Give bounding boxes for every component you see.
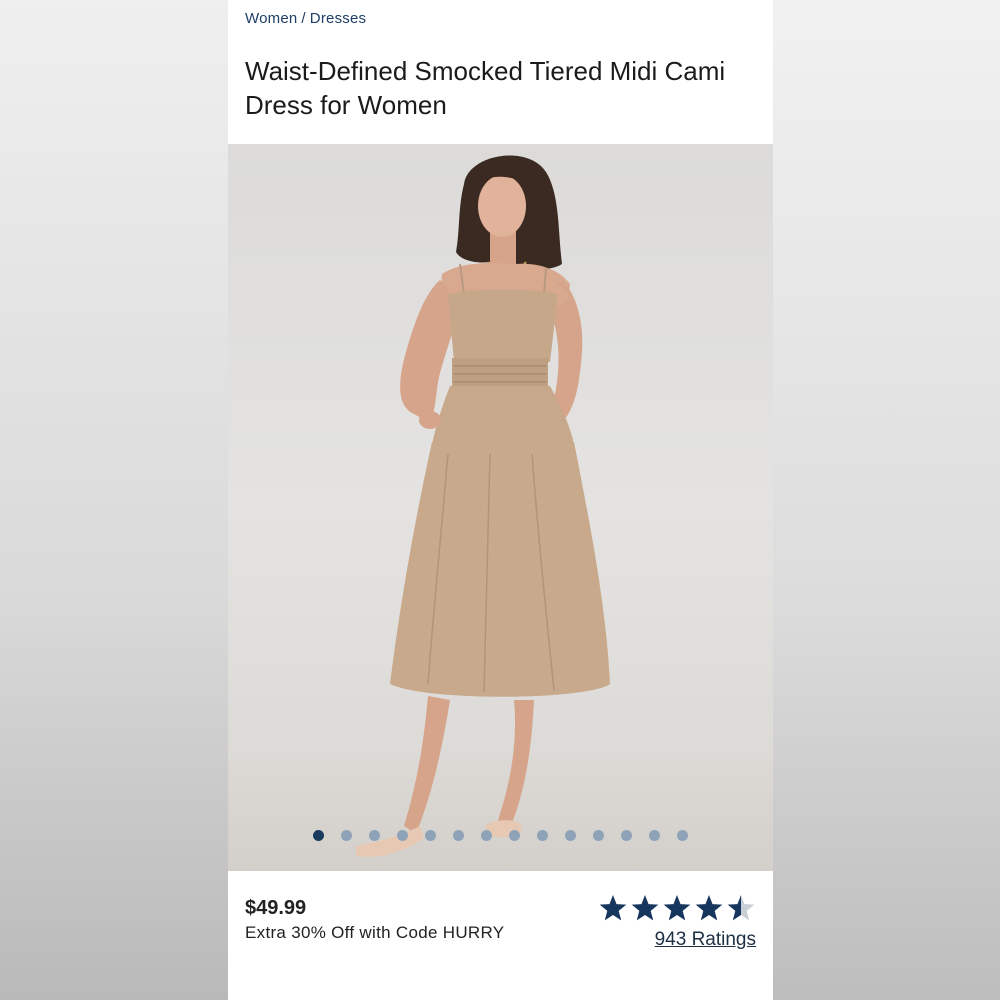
carousel-dot[interactable] [621, 830, 632, 841]
carousel-dot[interactable] [313, 830, 324, 841]
product-title: Waist-Defined Smocked Tiered Midi Cami D… [245, 56, 726, 120]
carousel-dot[interactable] [677, 830, 688, 841]
carousel-dot[interactable] [481, 830, 492, 841]
star-icon [631, 895, 659, 921]
carousel-dot[interactable] [565, 830, 576, 841]
carousel-dot[interactable] [509, 830, 520, 841]
breadcrumb-link-women[interactable]: Women [245, 10, 297, 27]
carousel-dot[interactable] [649, 830, 660, 841]
star-icon [695, 895, 723, 921]
star-icon [727, 895, 755, 921]
breadcrumb: Women / Dresses [245, 10, 366, 27]
breadcrumb-link-dresses[interactable]: Dresses [310, 10, 366, 27]
star-icon [599, 895, 627, 921]
product-card: Women / Dresses Waist-Defined Smocked Tier… [228, 0, 773, 1000]
carousel-dot[interactable] [397, 830, 408, 841]
product-info: $49.99 Extra 30% Off with Code HURRY 943… [228, 871, 773, 1000]
star-icon [663, 895, 691, 921]
breadcrumb-separator: / [301, 10, 306, 27]
backdrop-right [773, 0, 1000, 1000]
carousel-dot[interactable] [425, 830, 436, 841]
carousel-dot[interactable] [537, 830, 548, 841]
promo-text: Extra 30% Off with Code HURRY [245, 923, 505, 942]
carousel-dot[interactable] [453, 830, 464, 841]
model-illustration [356, 155, 610, 858]
ratings-link[interactable]: 943 Ratings [655, 929, 756, 951]
star-rating[interactable] [598, 893, 758, 923]
product-price: $49.99 [245, 897, 307, 919]
product-image[interactable] [228, 144, 773, 871]
backdrop-left [0, 0, 228, 1000]
carousel-dot[interactable] [369, 830, 380, 841]
carousel-dots [228, 830, 773, 844]
carousel-dot[interactable] [341, 830, 352, 841]
carousel-dot[interactable] [593, 830, 604, 841]
